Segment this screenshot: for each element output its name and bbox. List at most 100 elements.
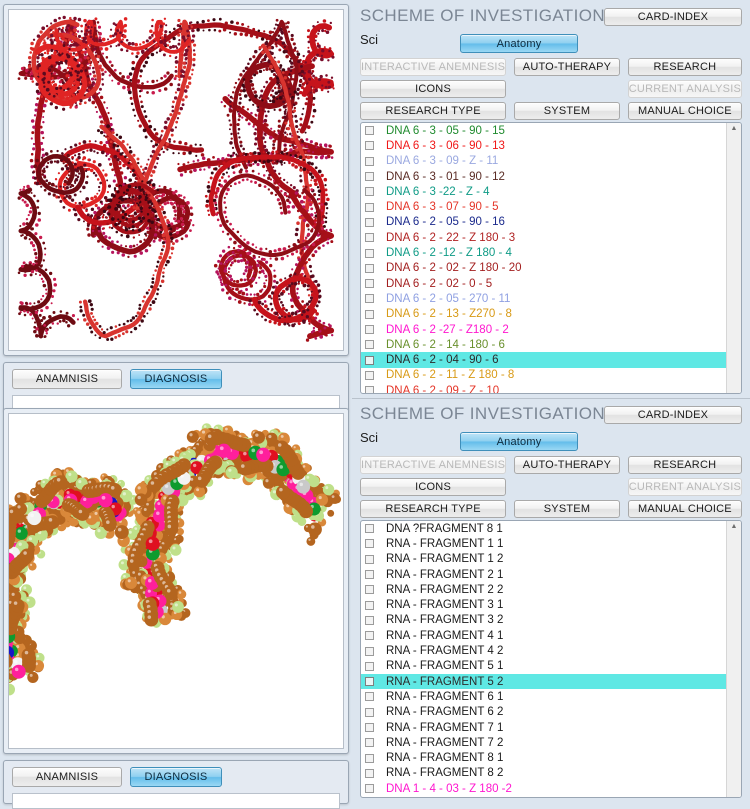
checkbox-icon[interactable] — [365, 677, 374, 686]
list-item[interactable]: DNA 1 - 4 - 03 - Z 180 -2 — [361, 781, 727, 796]
auto-therapy-button-bottom[interactable]: AUTO-THERAPY — [514, 456, 620, 474]
current-analysis-button-top[interactable]: CURRENT ANALYSIS — [628, 80, 742, 98]
anatomy-button-top[interactable]: Anatomy — [460, 34, 578, 53]
checkbox-icon[interactable] — [365, 601, 374, 610]
checkbox-icon[interactable] — [365, 692, 374, 701]
anamnisis-button-top[interactable]: ANAMNISIS — [12, 369, 122, 389]
diagnosis-button-top[interactable]: DIAGNOSIS — [130, 369, 222, 389]
list-item[interactable]: RNA - FRAGMENT 3 1 — [361, 597, 727, 612]
list-item[interactable]: DNA 6 - 2 - 02 - 0 - 5 — [361, 276, 727, 291]
interactive-anemnesis-button-top[interactable]: INTERACTIVE ANEMNESIS — [360, 58, 506, 76]
list-item[interactable]: DNA 6 - 3 - 06 - 90 - 13 — [361, 138, 727, 153]
rna-listbox-bottom[interactable]: DNA ?FRAGMENT 8 1RNA - FRAGMENT 1 1RNA -… — [360, 520, 742, 798]
list-item[interactable]: RNA - FRAGMENT 7 2 — [361, 735, 727, 750]
card-index-button-top[interactable]: CARD-INDEX — [604, 8, 742, 26]
list-item[interactable]: RNA - FRAGMENT 3 2 — [361, 613, 727, 628]
research-button-bottom[interactable]: RESEARCH — [628, 456, 742, 474]
list-item[interactable]: RNA - FRAGMENT 8 2 — [361, 766, 727, 781]
list-item[interactable]: RNA - FRAGMENT 6 2 — [361, 705, 727, 720]
system-button-top[interactable]: SYSTEM — [514, 102, 620, 120]
checkbox-icon[interactable] — [365, 662, 374, 671]
rna-list-bottom[interactable]: DNA ?FRAGMENT 8 1RNA - FRAGMENT 1 1RNA -… — [361, 521, 727, 797]
list-item[interactable]: DNA 6 - 2 - 22 - Z 180 - 3 — [361, 230, 727, 245]
checkbox-icon[interactable] — [365, 738, 374, 747]
checkbox-icon[interactable] — [365, 279, 374, 288]
checkbox-icon[interactable] — [365, 157, 374, 166]
research-type-button-bottom[interactable]: RESEARCH TYPE — [360, 500, 506, 518]
checkbox-icon[interactable] — [365, 769, 374, 778]
list-item[interactable]: DNA 6 - 3 - 07 - 90 - 5 — [361, 199, 727, 214]
scroll-up-icon-bottom[interactable]: ▲ — [727, 521, 741, 533]
dna-render-chromatin[interactable] — [8, 9, 344, 351]
interactive-anemnesis-button-bottom[interactable]: INTERACTIVE ANEMNESIS — [360, 456, 506, 474]
dna-render-spacefill[interactable] — [8, 413, 344, 749]
list-item[interactable]: RNA - FRAGMENT 2 2 — [361, 582, 727, 597]
checkbox-icon[interactable] — [365, 386, 374, 393]
checkbox-icon[interactable] — [365, 325, 374, 334]
checkbox-icon[interactable] — [365, 708, 374, 717]
checkbox-icon[interactable] — [365, 616, 374, 625]
scroll-down-icon-bottom[interactable] — [727, 785, 741, 797]
checkbox-icon[interactable] — [365, 570, 374, 579]
icons-button-bottom[interactable]: ICONS — [360, 478, 506, 496]
system-button-bottom[interactable]: SYSTEM — [514, 500, 620, 518]
current-analysis-button-bottom[interactable]: CURRENT ANALYSIS — [628, 478, 742, 496]
checkbox-icon[interactable] — [365, 585, 374, 594]
list-item[interactable]: RNA - FRAGMENT 5 1 — [361, 659, 727, 674]
scroll-down-icon-top[interactable] — [727, 381, 741, 393]
checkbox-icon[interactable] — [365, 723, 374, 732]
checkbox-icon[interactable] — [365, 264, 374, 273]
auto-therapy-button-top[interactable]: AUTO-THERAPY — [514, 58, 620, 76]
dna-listbox-top[interactable]: DNA 6 - 3 - 05 - 90 - 15DNA 6 - 3 - 06 -… — [360, 122, 742, 394]
manual-choice-button-top[interactable]: MANUAL CHOICE — [628, 102, 742, 120]
checkbox-icon[interactable] — [365, 784, 374, 793]
list-item[interactable]: DNA 6 - 2 - 02 - Z 180 - 20 — [361, 261, 727, 276]
list-item[interactable]: RNA - FRAGMENT 4 1 — [361, 628, 727, 643]
icons-button-top[interactable]: ICONS — [360, 80, 506, 98]
checkbox-icon[interactable] — [365, 524, 374, 533]
list-item[interactable]: DNA ?FRAGMENT 8 1 — [361, 521, 727, 536]
list-item[interactable]: DNA 6 - 3 - 01 - 90 - 12 — [361, 169, 727, 184]
list-item[interactable]: DNA 6 - 2 -27 - Z180 - 2 — [361, 322, 727, 337]
scrollbar-top[interactable]: ▲ — [726, 123, 741, 393]
checkbox-icon[interactable] — [365, 356, 374, 365]
list-item[interactable]: RNA - FRAGMENT 1 2 — [361, 552, 727, 567]
checkbox-icon[interactable] — [365, 172, 374, 181]
checkbox-icon[interactable] — [365, 340, 374, 349]
anatomy-button-bottom[interactable]: Anatomy — [460, 432, 578, 451]
research-button-top[interactable]: RESEARCH — [628, 58, 742, 76]
checkbox-icon[interactable] — [365, 555, 374, 564]
list-item[interactable]: DNA 6 - 2 - 05 - 90 - 16 — [361, 215, 727, 230]
list-item[interactable]: DNA 6 - 2 - 11 - Z 180 - 8 — [361, 368, 727, 383]
list-item[interactable]: RNA - FRAGMENT 4 2 — [361, 643, 727, 658]
checkbox-icon[interactable] — [365, 631, 374, 640]
checkbox-icon[interactable] — [365, 310, 374, 319]
checkbox-icon[interactable] — [365, 754, 374, 763]
list-item[interactable]: DNA 6 - 3 - 05 - 90 - 15 — [361, 123, 727, 138]
research-type-button-top[interactable]: RESEARCH TYPE — [360, 102, 506, 120]
checkbox-icon[interactable] — [365, 218, 374, 227]
list-item[interactable]: RNA - FRAGMENT 7 1 — [361, 720, 727, 735]
checkbox-icon[interactable] — [365, 187, 374, 196]
list-item[interactable]: DNA 6 - 2 - 04 - 90 - 6 — [361, 352, 727, 367]
list-item[interactable]: DNA 6 - 2 - 05 - 270 - 11 — [361, 291, 727, 306]
checkbox-icon[interactable] — [365, 233, 374, 242]
list-item[interactable]: DNA 6 - 2 - 09 - Z - 10 — [361, 383, 727, 393]
list-item[interactable]: DNA 6 - 2 -12 - Z 180 - 4 — [361, 245, 727, 260]
list-item[interactable]: DNA 1 - 3 - 02 - Z90 - 2 — [361, 796, 727, 797]
list-item[interactable]: RNA - FRAGMENT 2 1 — [361, 567, 727, 582]
checkbox-icon[interactable] — [365, 539, 374, 548]
checkbox-icon[interactable] — [365, 647, 374, 656]
list-item[interactable]: RNA - FRAGMENT 5 2 — [361, 674, 727, 689]
checkbox-icon[interactable] — [365, 294, 374, 303]
list-item[interactable]: DNA 6 - 3 -22 - Z - 4 — [361, 184, 727, 199]
checkbox-icon[interactable] — [365, 249, 374, 258]
list-item[interactable]: DNA 6 - 2 - 13 - Z270 - 8 — [361, 307, 727, 322]
list-item[interactable]: DNA 6 - 3 - 09 - Z - 11 — [361, 154, 727, 169]
list-item[interactable]: RNA - FRAGMENT 1 1 — [361, 536, 727, 551]
manual-choice-button-bottom[interactable]: MANUAL CHOICE — [628, 500, 742, 518]
checkbox-icon[interactable] — [365, 126, 374, 135]
dna-list-top[interactable]: DNA 6 - 3 - 05 - 90 - 15DNA 6 - 3 - 06 -… — [361, 123, 727, 393]
anamnisis-button-bottom[interactable]: ANAMNISIS — [12, 767, 122, 787]
diagnosis-button-bottom[interactable]: DIAGNOSIS — [130, 767, 222, 787]
